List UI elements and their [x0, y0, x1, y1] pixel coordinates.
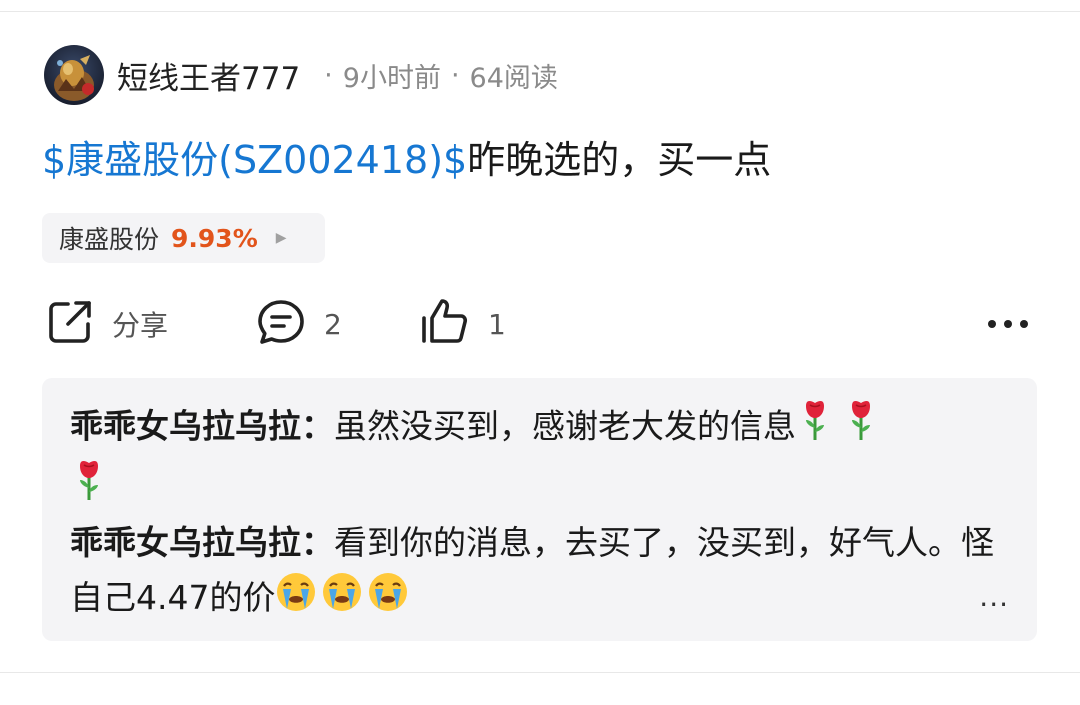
post-body: 昨晚选的，买一点 — [467, 138, 772, 182]
comment-text: 虽然没买到，感谢老大发的信息 — [334, 406, 796, 446]
comment-item[interactable]: 乖乖女乌拉乌拉：虽然没买到，感谢老大发的信息 — [70, 398, 1010, 518]
bottom-divider — [0, 672, 1080, 673]
share-label: 分享 — [112, 309, 169, 342]
post-time: 9小时前 — [342, 62, 441, 94]
post-meta: · 9小时前 · 64阅读 — [314, 56, 558, 95]
more-options-button[interactable] — [986, 298, 1030, 350]
author-name[interactable]: 短线王者777 — [117, 53, 300, 98]
thumbs-up-icon — [420, 297, 470, 351]
top-divider — [0, 11, 1080, 12]
meta-separator: · — [324, 59, 333, 91]
post-text: $康盛股份(SZ002418)$昨晚选的，买一点 — [42, 132, 771, 188]
commenter-name[interactable]: 乖乖女乌拉乌拉： — [70, 407, 334, 446]
crying-face-icon — [321, 571, 363, 629]
comment-icon — [256, 297, 306, 351]
meta-separator: · — [450, 59, 460, 91]
crying-face-icon — [367, 571, 409, 629]
comment-item[interactable]: 乖乖女乌拉乌拉：看到你的消息，去买了，没买到，好气人。怪自己4.47的价 — [70, 515, 1010, 629]
comment-count: 2 — [324, 307, 342, 341]
crying-face-icon — [275, 571, 317, 629]
author-row: 短线王者777 · 9小时前 · 64阅读 — [44, 44, 558, 106]
action-bar: 分享 2 1 — [0, 298, 1080, 350]
stock-link[interactable]: $康盛股份(SZ002418)$ — [42, 138, 467, 182]
read-count: 64阅读 — [469, 62, 558, 94]
more-dots-icon — [986, 315, 1030, 334]
post-card: 短线王者777 · 9小时前 · 64阅读 $康盛股份(SZ002418)$昨晚… — [0, 0, 1080, 705]
rose-icon — [70, 458, 108, 518]
play-arrow-icon: ▶ — [275, 230, 287, 246]
commenter-name[interactable]: 乖乖女乌拉乌拉： — [70, 523, 334, 562]
comments-more-button[interactable]: ... — [979, 580, 1009, 613]
rose-icon — [796, 398, 834, 458]
share-icon — [46, 298, 94, 350]
comment-button[interactable]: 2 — [256, 298, 342, 350]
stock-chip-name: 康盛股份 — [59, 225, 160, 254]
avatar[interactable] — [44, 45, 104, 105]
stock-chip-change: 9.93% — [171, 223, 258, 253]
rose-icon — [842, 398, 880, 458]
like-count: 1 — [488, 307, 506, 341]
share-button[interactable]: 分享 — [46, 298, 168, 350]
stock-chip[interactable]: 康盛股份 9.93% ▶ — [42, 213, 325, 263]
like-button[interactable]: 1 — [420, 298, 506, 350]
comment-preview-panel[interactable]: 乖乖女乌拉乌拉：虽然没买到，感谢老大发的信息 乖乖女乌拉乌拉：看到你的消息，去买… — [42, 378, 1037, 641]
